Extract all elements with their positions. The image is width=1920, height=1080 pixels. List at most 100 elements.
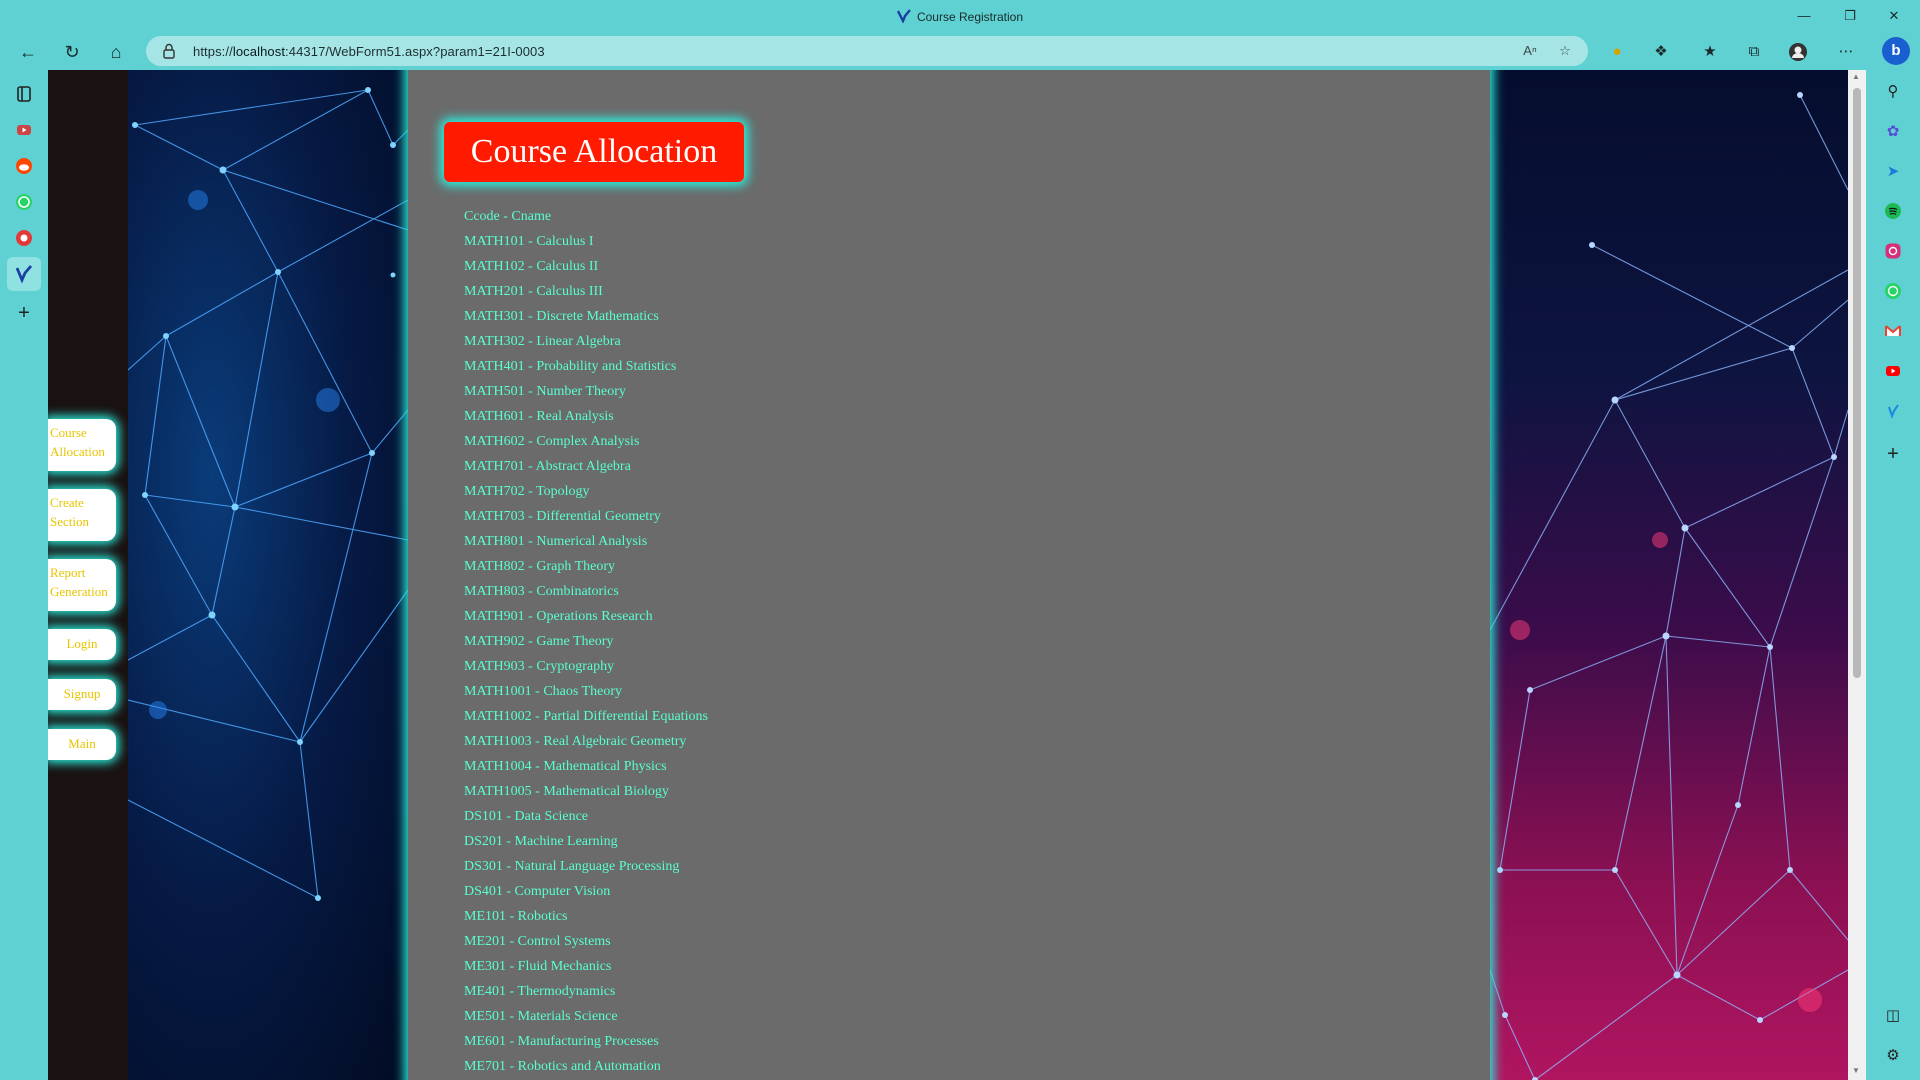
course-item[interactable]: ME201 - Control Systems xyxy=(464,929,708,954)
add-icon[interactable]: + xyxy=(1883,444,1903,464)
record-tab-icon[interactable] xyxy=(14,228,34,248)
course-list-header[interactable]: Ccode - Cname xyxy=(464,204,708,229)
course-item[interactable]: MATH102 - Calculus II xyxy=(464,254,708,279)
address-bar[interactable]: https://localhost:44317/WebForm51.aspx?p… xyxy=(146,36,1588,66)
page-title: Course Allocation xyxy=(444,122,744,182)
course-item[interactable]: ME501 - Materials Science xyxy=(464,1004,708,1029)
course-item[interactable]: ME401 - Thermodynamics xyxy=(464,979,708,1004)
minimize-icon[interactable]: — xyxy=(1792,6,1816,26)
course-item[interactable]: MATH401 - Probability and Statistics xyxy=(464,354,708,379)
add-favorite-icon[interactable]: ☆ xyxy=(1556,42,1574,60)
window-titlebar: Course Registration — ❐ ✕ xyxy=(0,0,1920,33)
new-tab-icon[interactable]: + xyxy=(14,303,34,323)
course-item[interactable]: DS101 - Data Science xyxy=(464,804,708,829)
course-item[interactable]: MATH703 - Differential Geometry xyxy=(464,504,708,529)
settings-icon[interactable]: ⚙ xyxy=(1883,1046,1903,1066)
back-icon[interactable]: ← xyxy=(15,39,41,65)
content-panel: Course Allocation Ccode - Cname MATH101 … xyxy=(408,70,1490,1080)
more-icon[interactable]: ⋯ xyxy=(1836,42,1856,62)
login-button[interactable]: Login xyxy=(48,629,116,660)
course-item[interactable]: ME101 - Robotics xyxy=(464,904,708,929)
course-item[interactable]: MATH201 - Calculus III xyxy=(464,279,708,304)
course-item[interactable]: MATH1004 - Mathematical Physics xyxy=(464,754,708,779)
whatsapp-icon[interactable] xyxy=(1883,282,1903,302)
course-item[interactable]: ME301 - Fluid Mechanics xyxy=(464,954,708,979)
course-item[interactable]: MATH701 - Abstract Algebra xyxy=(464,454,708,479)
whatsapp-tab-icon[interactable] xyxy=(14,192,34,212)
signup-button[interactable]: Signup xyxy=(48,679,116,710)
copilot-icon[interactable]: ✿ xyxy=(1883,122,1903,142)
url-text[interactable]: https://localhost:44317/WebForm51.aspx?p… xyxy=(193,44,545,59)
network-lines-right xyxy=(1490,92,1848,1080)
course-item[interactable]: MATH602 - Complex Analysis xyxy=(464,429,708,454)
course-item[interactable]: MATH501 - Number Theory xyxy=(464,379,708,404)
scroll-up-icon[interactable]: ▲ xyxy=(1852,72,1860,81)
spotify-icon[interactable] xyxy=(1883,202,1903,222)
url-prefix: https:// xyxy=(193,44,233,59)
course-item[interactable]: MATH901 - Operations Research xyxy=(464,604,708,629)
course-item[interactable]: DS201 - Machine Learning xyxy=(464,829,708,854)
background-right-network xyxy=(1490,70,1848,1080)
course-item[interactable]: ME701 - Robotics and Automation xyxy=(464,1054,708,1079)
background-left-network xyxy=(128,70,408,1080)
course-item[interactable]: MATH301 - Discrete Mathematics xyxy=(464,304,708,329)
scrollbar-thumb[interactable] xyxy=(1853,88,1861,678)
vertical-tabs-strip: + xyxy=(0,70,48,1080)
main-button[interactable]: Main xyxy=(48,729,116,760)
close-icon[interactable]: ✕ xyxy=(1882,6,1906,26)
url-host: localhost xyxy=(232,44,286,59)
refresh-icon[interactable]: ↻ xyxy=(59,39,85,65)
app-icon[interactable] xyxy=(1883,402,1903,422)
create-section-button[interactable]: Create Section xyxy=(48,489,116,541)
course-item[interactable]: MATH1002 - Partial Differential Equation… xyxy=(464,704,708,729)
lock-icon xyxy=(163,43,175,59)
app-tab-icon[interactable] xyxy=(7,257,41,291)
url-path: :44317/WebForm51.aspx?param1=21I-0003 xyxy=(285,44,545,59)
window-title: Course Registration xyxy=(916,10,1024,24)
restore-icon[interactable]: ❐ xyxy=(1838,6,1862,26)
instagram-icon[interactable] xyxy=(1883,242,1903,262)
extension-yellow-icon[interactable]: ● xyxy=(1607,42,1627,62)
gmail-icon[interactable] xyxy=(1883,322,1903,342)
course-item[interactable]: DS401 - Computer Vision xyxy=(464,879,708,904)
course-item[interactable]: MATH801 - Numerical Analysis xyxy=(464,529,708,554)
course-item[interactable]: ME601 - Manufacturing Processes xyxy=(464,1029,708,1054)
sidebar-toggle-icon[interactable]: ◫ xyxy=(1883,1006,1903,1026)
page-scrollbar[interactable]: ▲ ▼ xyxy=(1848,70,1866,1080)
edge-sidebar: ⚲ ✿ ➤ + ◫ ⚙ xyxy=(1866,70,1920,1080)
profile-icon[interactable] xyxy=(1788,42,1808,62)
course-list: Ccode - Cname MATH101 - Calculus I MATH1… xyxy=(464,204,708,1079)
favorites-icon[interactable]: ★ xyxy=(1700,42,1720,62)
page-viewport: Course Allocation Create Section Report … xyxy=(48,70,1848,1080)
course-item[interactable]: MATH101 - Calculus I xyxy=(464,229,708,254)
reddit-tab-icon[interactable] xyxy=(14,156,34,176)
tab-actions-icon[interactable] xyxy=(14,84,34,104)
bing-icon[interactable]: b xyxy=(1882,37,1910,65)
read-aloud-icon[interactable]: Aⁿ xyxy=(1521,42,1539,60)
youtube-tab-icon[interactable] xyxy=(14,120,34,140)
youtube-icon[interactable] xyxy=(1883,362,1903,382)
course-item[interactable]: MATH803 - Combinatorics xyxy=(464,579,708,604)
window-title-area: Course Registration xyxy=(0,9,1920,24)
course-item[interactable]: MATH1003 - Real Algebraic Geometry xyxy=(464,729,708,754)
course-item[interactable]: MATH902 - Game Theory xyxy=(464,629,708,654)
search-icon[interactable]: ⚲ xyxy=(1883,82,1903,102)
report-generation-button[interactable]: Report Generation xyxy=(48,559,116,611)
network-lines-left xyxy=(128,87,408,901)
send-icon[interactable]: ➤ xyxy=(1883,162,1903,182)
course-item[interactable]: MATH802 - Graph Theory xyxy=(464,554,708,579)
course-allocation-button[interactable]: Course Allocation xyxy=(48,419,116,471)
extensions-icon[interactable]: ❖ xyxy=(1651,42,1671,62)
app-logo-icon xyxy=(896,9,911,23)
home-icon[interactable]: ⌂ xyxy=(103,39,129,65)
course-item[interactable]: MATH302 - Linear Algebra xyxy=(464,329,708,354)
course-item[interactable]: MATH601 - Real Analysis xyxy=(464,404,708,429)
course-item[interactable]: MATH903 - Cryptography xyxy=(464,654,708,679)
course-item[interactable]: DS301 - Natural Language Processing xyxy=(464,854,708,879)
course-item[interactable]: MATH1005 - Mathematical Biology xyxy=(464,779,708,804)
scroll-down-icon[interactable]: ▼ xyxy=(1852,1066,1860,1075)
course-item[interactable]: MATH1001 - Chaos Theory xyxy=(464,679,708,704)
collections-icon[interactable]: ⧉ xyxy=(1744,42,1764,62)
browser-toolbar: ← ↻ ⌂ https://localhost:44317/WebForm51.… xyxy=(0,33,1920,70)
course-item[interactable]: MATH702 - Topology xyxy=(464,479,708,504)
